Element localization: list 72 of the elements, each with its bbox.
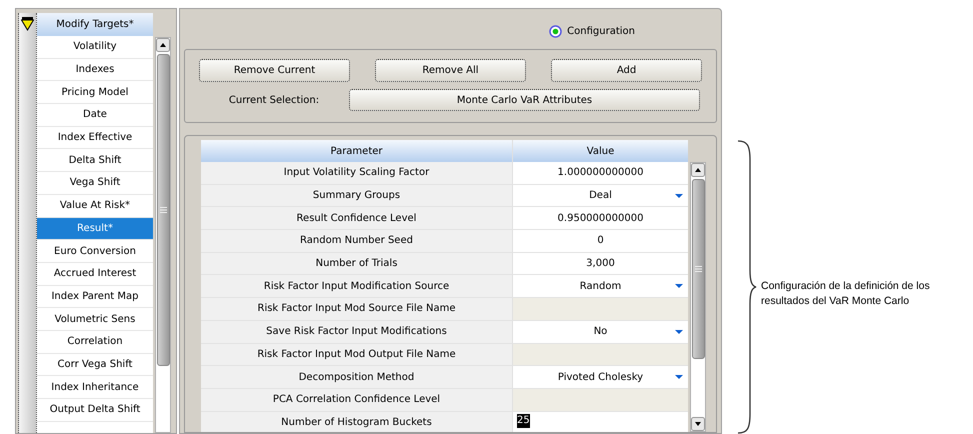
parameter-cell: Decomposition Method xyxy=(201,366,513,388)
target-item[interactable]: Volatility xyxy=(37,36,153,59)
target-item[interactable]: Volumetric Sens xyxy=(37,308,153,331)
scrollbar[interactable] xyxy=(155,37,171,433)
dropdown-caret-icon xyxy=(675,284,683,290)
parameter-cell: Risk Factor Input Mod Output File Name xyxy=(201,344,513,366)
value-field[interactable] xyxy=(513,388,688,411)
triangle-down-icon xyxy=(21,17,34,31)
parameter-cell: Summary Groups xyxy=(201,184,513,206)
value-field[interactable]: 25 xyxy=(513,412,688,432)
action-button[interactable]: Remove All xyxy=(375,59,526,82)
column-header: Parameter xyxy=(201,140,513,162)
target-item[interactable]: Index Parent Map xyxy=(37,286,153,308)
scroll-thumb[interactable] xyxy=(156,54,170,366)
target-item[interactable]: Date xyxy=(37,104,153,127)
target-item[interactable]: Value At Risk* xyxy=(37,194,153,218)
grip-icon xyxy=(160,207,166,213)
target-item[interactable]: Result* xyxy=(37,218,153,240)
dropdown-caret-icon xyxy=(675,375,683,380)
value-dropdown[interactable]: Deal xyxy=(513,184,688,206)
dropdown-value: Pivoted Cholesky xyxy=(558,370,644,385)
target-item[interactable]: Corr Vega Shift xyxy=(37,354,153,376)
target-item[interactable]: Index Inheritance xyxy=(37,376,153,399)
parameter-cell: Risk Factor Input Modification Source xyxy=(201,275,513,298)
scrollbar[interactable] xyxy=(690,162,706,432)
value-dropdown[interactable]: Random xyxy=(513,275,688,298)
dropdown-value: Deal xyxy=(589,189,612,204)
radio-icon[interactable] xyxy=(549,25,562,38)
dropdown-value: Random xyxy=(580,280,622,294)
dropdown-caret-icon xyxy=(675,330,683,335)
current-selection-label: Current Selection: xyxy=(228,94,320,108)
value-field[interactable]: 3,000 xyxy=(513,252,688,274)
annotation-text: Configuración de la definición de los resultados del VaR Monte Carlo xyxy=(761,279,931,309)
scroll-up-icon[interactable] xyxy=(156,38,170,52)
parameter-cell: Number of Histogram Buckets xyxy=(201,412,513,432)
scroll-thumb[interactable] xyxy=(692,179,704,359)
configuration-radio[interactable]: Configuration xyxy=(549,24,635,39)
scroll-down-icon[interactable] xyxy=(691,417,705,431)
parameter-cell: Number of Trials xyxy=(201,252,513,274)
dropdown-caret-icon xyxy=(675,194,683,199)
target-item[interactable]: Index Effective xyxy=(37,126,153,150)
current-selection-button[interactable]: Monte Carlo VaR Attributes xyxy=(349,89,700,111)
value-field[interactable] xyxy=(513,344,688,366)
target-item[interactable]: Output Delta Shift xyxy=(37,399,153,422)
list-header: Modify Targets* xyxy=(37,13,153,36)
collapse-strip[interactable] xyxy=(18,13,37,433)
parameter-cell: Risk Factor Input Mod Source File Name xyxy=(201,298,513,320)
selected-text: 25 xyxy=(517,414,530,428)
value-field[interactable]: 1.000000000000 xyxy=(513,162,688,184)
target-item[interactable]: Indexes xyxy=(37,58,153,82)
value-dropdown[interactable]: Pivoted Cholesky xyxy=(513,366,688,388)
value-field[interactable] xyxy=(513,298,688,320)
target-item[interactable]: Correlation xyxy=(37,330,153,354)
action-button[interactable]: Remove Current xyxy=(199,59,350,82)
action-button[interactable]: Add xyxy=(551,59,702,82)
value-field[interactable]: 0 xyxy=(513,230,688,252)
target-item[interactable]: Vega Shift xyxy=(37,172,153,195)
column-header: Value xyxy=(513,140,688,162)
parameter-cell: Input Volatility Scaling Factor xyxy=(201,162,513,184)
target-item[interactable]: Accrued Interest xyxy=(37,262,153,286)
parameter-cell: PCA Correlation Confidence Level xyxy=(201,388,513,411)
scroll-up-icon[interactable] xyxy=(691,163,705,177)
parameter-cell: Result Confidence Level xyxy=(201,207,513,230)
dropdown-value: No xyxy=(594,325,608,340)
value-dropdown[interactable]: No xyxy=(513,320,688,342)
target-item[interactable]: Delta Shift xyxy=(37,149,153,172)
target-item[interactable]: Euro Conversion xyxy=(37,240,153,263)
parameter-cell: Random Number Seed xyxy=(201,230,513,252)
value-field[interactable]: 0.950000000000 xyxy=(513,207,688,230)
grip-icon xyxy=(694,266,702,272)
target-item[interactable]: Pricing Model xyxy=(37,81,153,104)
parameter-cell: Save Risk Factor Input Modifications xyxy=(201,320,513,342)
